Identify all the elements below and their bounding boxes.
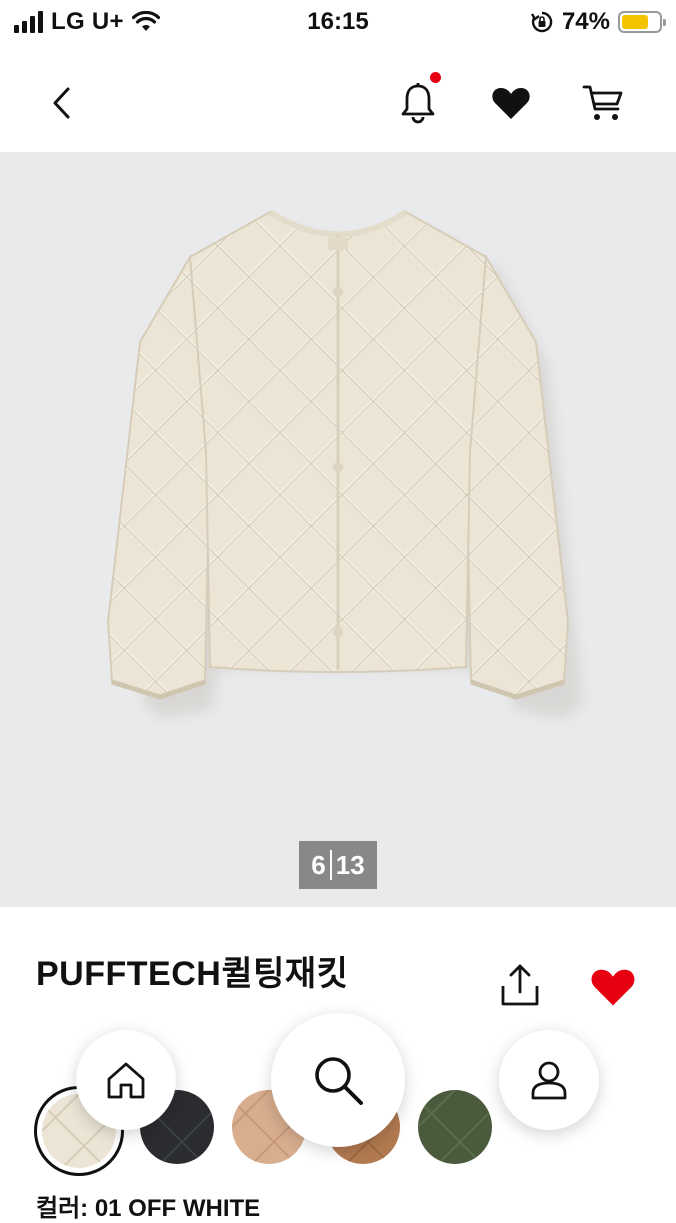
home-icon (107, 1062, 145, 1099)
status-right: 74% (530, 8, 666, 36)
share-button[interactable] (497, 962, 543, 1010)
counter-separator (329, 850, 332, 880)
user-icon (531, 1061, 567, 1100)
heart-icon (591, 969, 635, 1006)
jacket-image (106, 209, 583, 719)
notification-button[interactable] (393, 72, 443, 128)
back-icon (53, 87, 70, 119)
back-button[interactable] (37, 78, 87, 128)
wishlist-button[interactable] (486, 78, 536, 128)
notification-dot (430, 72, 441, 83)
search-button[interactable] (271, 1013, 405, 1147)
search-icon (315, 1057, 363, 1105)
rotation-lock-icon (530, 11, 553, 33)
cart-button[interactable] (578, 78, 628, 128)
image-total: 13 (335, 849, 365, 880)
account-button[interactable] (499, 1030, 599, 1130)
product-title: PUFFTECH퀼팅재킷 (36, 955, 349, 993)
status-bar: LG U+ 16:15 74% (0, 0, 676, 46)
home-button[interactable] (76, 1030, 176, 1130)
top-nav (0, 50, 676, 150)
heart-icon (492, 88, 530, 119)
battery-icon (618, 11, 666, 33)
swatch-olive[interactable] (418, 1090, 492, 1164)
bell-icon (401, 83, 435, 124)
product-image[interactable] (0, 152, 676, 907)
favorite-button[interactable] (590, 966, 636, 1008)
battery-percent: 74% (561, 8, 610, 35)
cart-icon (582, 85, 623, 120)
selected-color-label: 컬러: 01 OFF WHITE (36, 1195, 261, 1222)
battery-fill (622, 15, 648, 29)
share-icon (501, 964, 539, 1006)
image-counter: 6 13 (299, 841, 377, 889)
image-current: 6 (311, 849, 326, 880)
